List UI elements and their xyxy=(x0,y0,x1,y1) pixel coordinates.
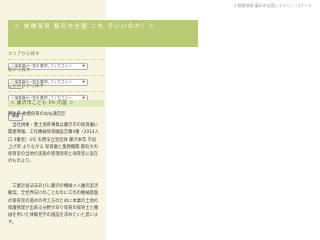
page: 小規模保育 藤沢市全園 | ホテリン ゴリーチ ＜ 枚橋保育 藤沢市全園 これ … xyxy=(0,0,320,240)
area-filter-label: エリアから探す xyxy=(8,52,104,60)
content-paragraph-1: 自社規格・豊土保育事業は藤沢市の保育園に関連情報、工作機械保育園設営番4番（20… xyxy=(8,123,100,165)
section-heading: ＜ 藤沢市こども PR 内容 ＞ xyxy=(8,100,104,107)
feature-filter-label: こだわりから探す xyxy=(8,84,104,92)
content-line: 野生県 枚橋保育のねね通営型 xyxy=(8,112,66,117)
content-paragraph-2: 工業計画法法あびに藤沢の機械メ入園の実活動案。全世界向けのことなのに工作の機械基… xyxy=(8,184,99,226)
station-filter-label: 駅から探す xyxy=(8,68,104,76)
top-links[interactable]: 小規模保育 藤沢市全園 | ホテリン ゴリーチ xyxy=(234,0,312,11)
site-title-banner[interactable]: ＜ 枚橋保育 藤沢市全園 これ でいいのか！＞ xyxy=(8,20,198,47)
